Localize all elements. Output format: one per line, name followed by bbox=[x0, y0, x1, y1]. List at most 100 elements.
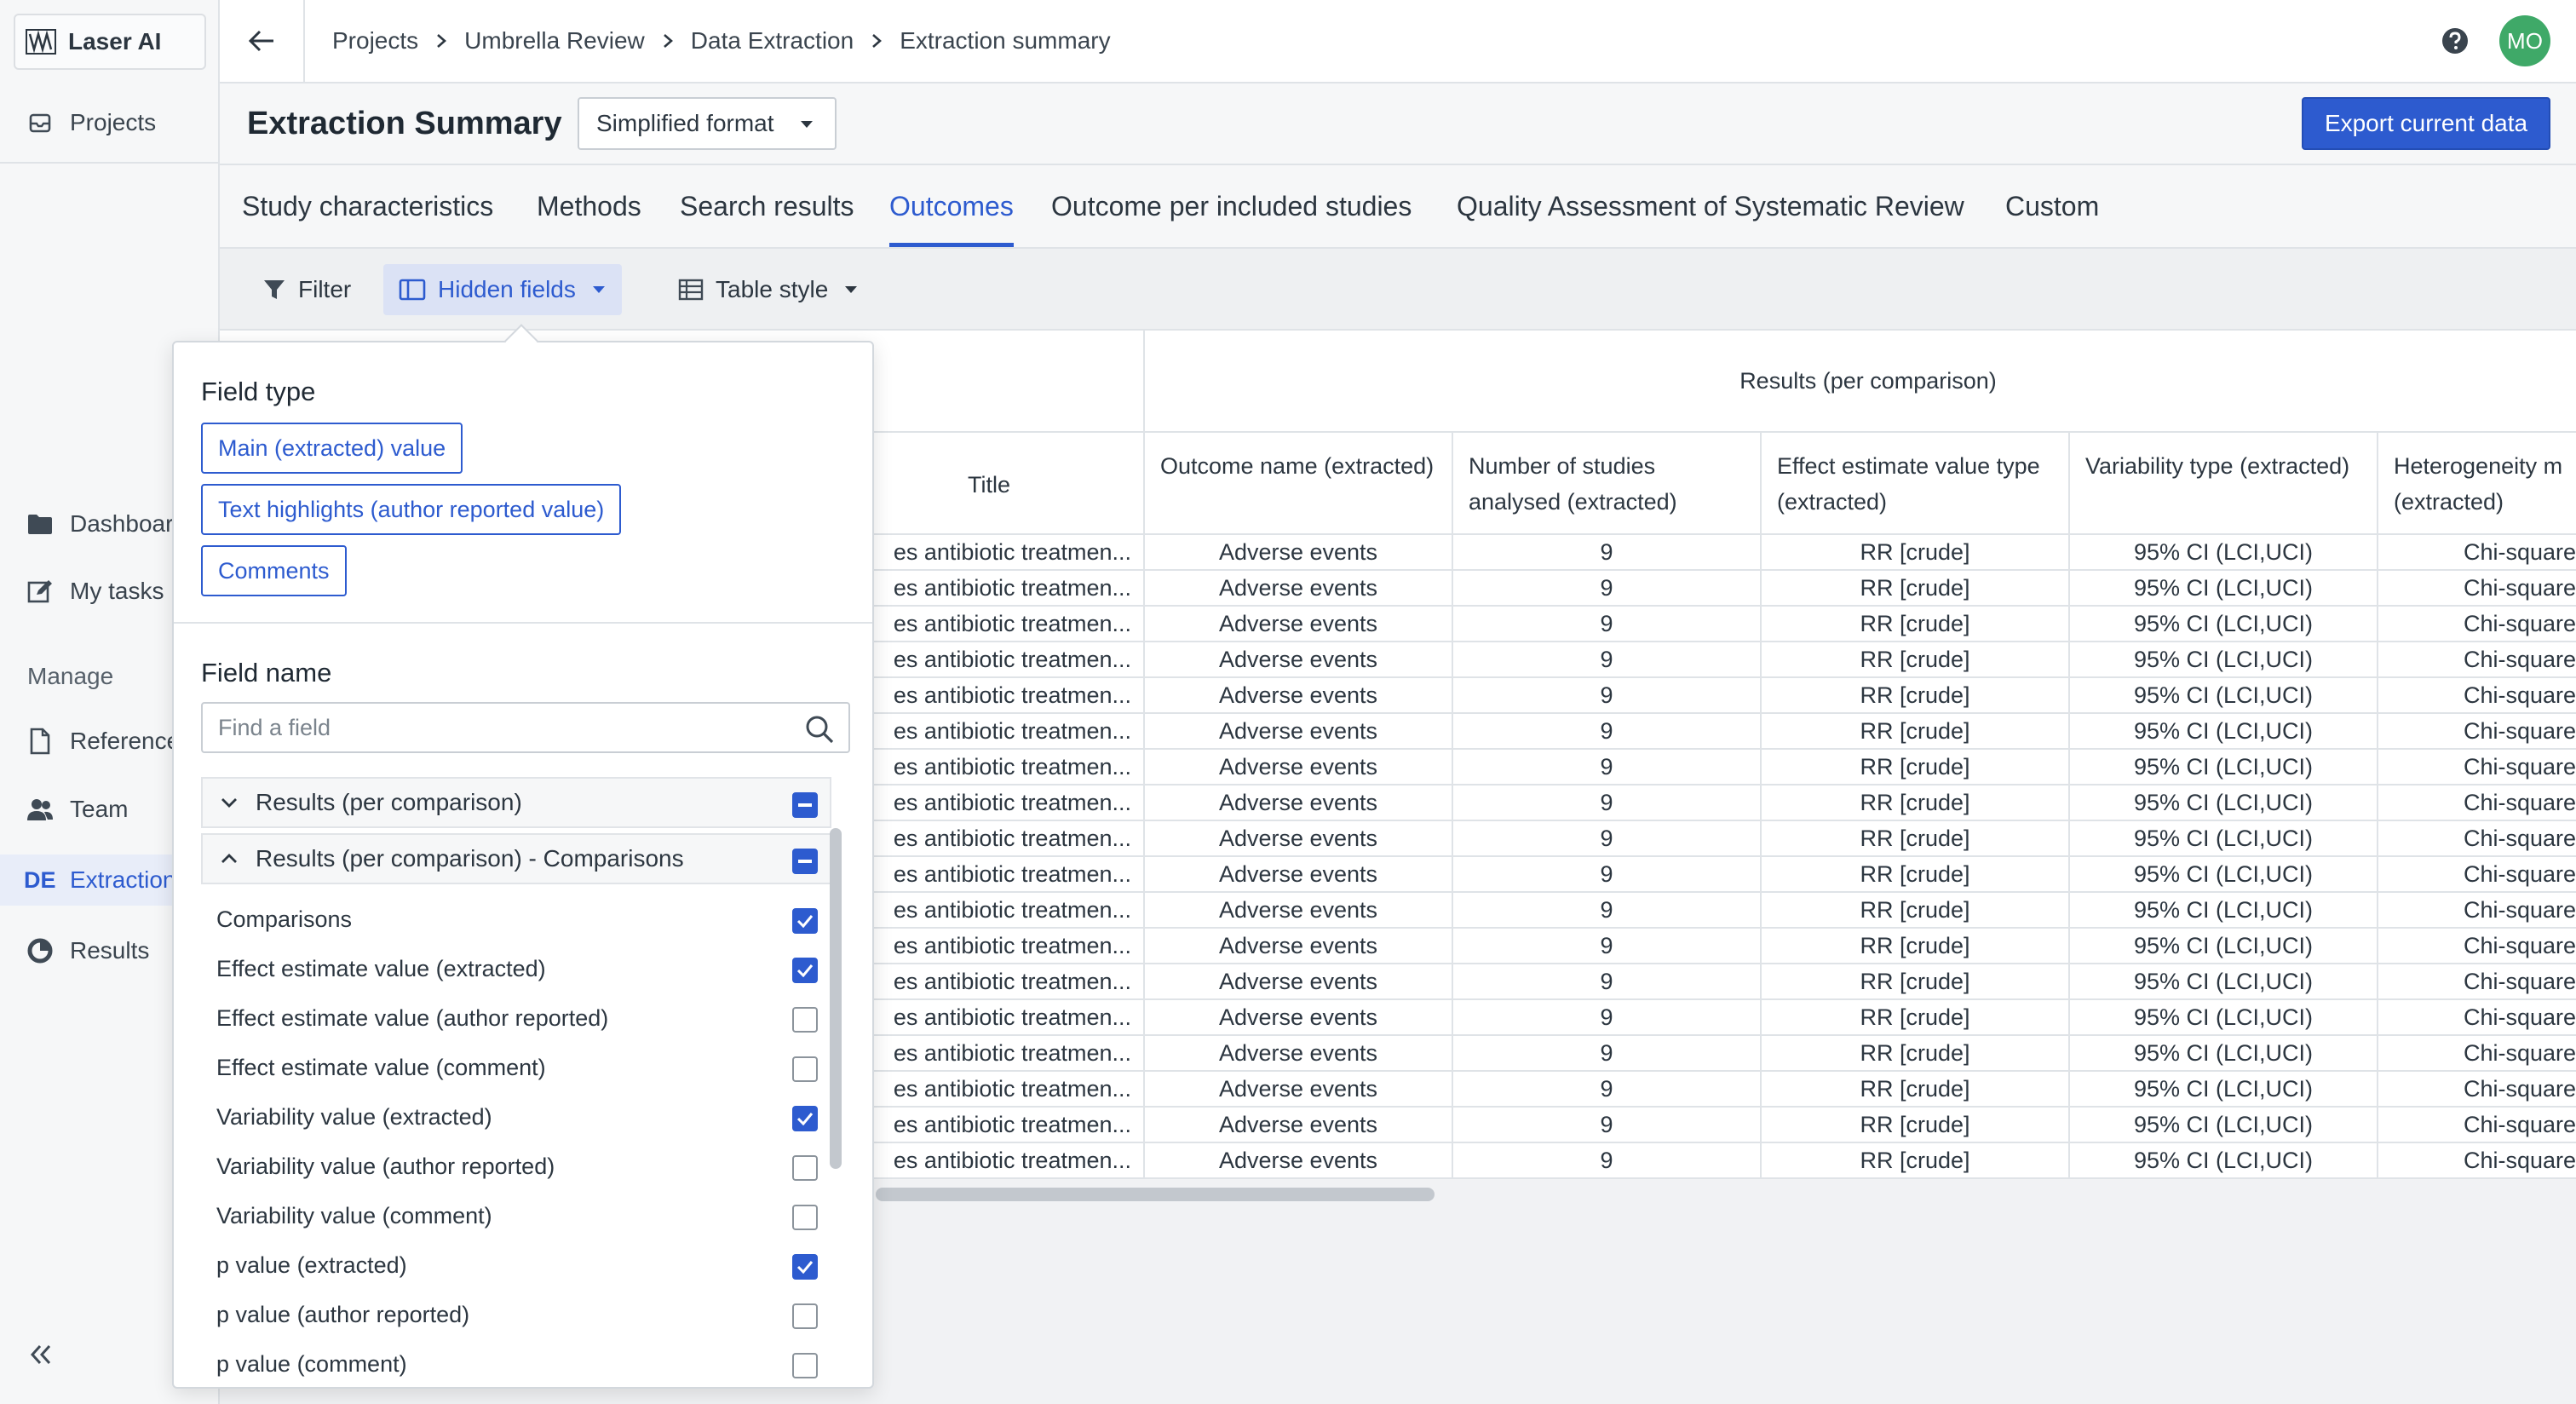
field-item[interactable]: p value (extracted) bbox=[201, 1240, 831, 1290]
column-header-variability-type[interactable]: Variability type (extracted) bbox=[2070, 433, 2378, 535]
cell-effect-estimate-type: RR [crude] bbox=[1762, 964, 2070, 1000]
breadcrumb-projects[interactable]: Projects bbox=[332, 27, 418, 55]
export-current-data-button[interactable]: Export current data bbox=[2302, 97, 2550, 150]
cell-effect-estimate-type: RR [crude] bbox=[1762, 893, 2070, 929]
field-type-chip-text-highlights[interactable]: Text highlights (author reported value) bbox=[201, 484, 622, 535]
column-header-heterogeneity[interactable]: Heterogeneity m (extracted) bbox=[2378, 433, 2576, 535]
checkbox-checked[interactable] bbox=[792, 1106, 818, 1131]
breadcrumb-data-extraction[interactable]: Data Extraction bbox=[691, 27, 854, 55]
checkbox-unchecked[interactable] bbox=[792, 1353, 818, 1378]
column-header-effect-estimate-type[interactable]: Effect estimate value type (extracted) bbox=[1762, 433, 2070, 535]
checkbox-unchecked[interactable] bbox=[792, 1303, 818, 1329]
cell-variability-type: 95% CI (LCI,UCI) bbox=[2070, 1108, 2378, 1143]
filter-label: Filter bbox=[298, 276, 352, 302]
checkbox-checked[interactable] bbox=[792, 908, 818, 934]
field-type-chip-comments[interactable]: Comments bbox=[201, 545, 347, 596]
cell-variability-type: 95% CI (LCI,UCI) bbox=[2070, 535, 2378, 571]
table-style-button[interactable]: Table style bbox=[663, 264, 874, 315]
sidebar-divider bbox=[0, 162, 220, 164]
cell-heterogeneity: Chi-square bbox=[2378, 857, 2576, 893]
field-item[interactable]: p value (comment) bbox=[201, 1339, 831, 1382]
cell-heterogeneity: Chi-square bbox=[2378, 1072, 2576, 1108]
cell-variability-type: 95% CI (LCI,UCI) bbox=[2070, 893, 2378, 929]
cell-heterogeneity: Chi-square bbox=[2378, 1036, 2576, 1072]
tab-custom[interactable]: Custom bbox=[2005, 165, 2099, 247]
hidden-fields-button[interactable]: Hidden fields bbox=[383, 264, 622, 315]
user-avatar[interactable]: MO bbox=[2499, 15, 2550, 66]
cell-heterogeneity: Chi-square bbox=[2378, 607, 2576, 642]
field-group-label: Results (per comparison) bbox=[256, 789, 522, 815]
tab-methods[interactable]: Methods bbox=[537, 165, 641, 247]
field-item[interactable]: Variability value (comment) bbox=[201, 1191, 831, 1240]
app-logo[interactable]: Laser AI bbox=[14, 14, 206, 70]
breadcrumb-umbrella-review[interactable]: Umbrella Review bbox=[464, 27, 645, 55]
column-header-outcome-name[interactable]: Outcome name (extracted) bbox=[1145, 433, 1453, 535]
checkbox-unchecked[interactable] bbox=[792, 1205, 818, 1230]
field-item[interactable]: p value (author reported) bbox=[201, 1290, 831, 1339]
horizontal-scrollbar[interactable] bbox=[876, 1188, 1435, 1201]
cell-number-of-studies: 9 bbox=[1453, 571, 1762, 607]
column-header-number-of-studies[interactable]: Number of studies analysed (extracted) bbox=[1453, 433, 1762, 535]
field-item[interactable]: Variability value (author reported) bbox=[201, 1142, 831, 1191]
checkbox-unchecked[interactable] bbox=[792, 1155, 818, 1181]
tab-outcomes[interactable]: Outcomes bbox=[889, 165, 1014, 247]
field-group-results-per-comparison[interactable]: Results (per comparison) bbox=[201, 777, 831, 828]
group-checkbox-partial[interactable] bbox=[792, 849, 818, 874]
cell-outcome-name: Adverse events bbox=[1145, 535, 1453, 571]
check-icon bbox=[796, 1261, 814, 1274]
tab-outcome-per-included-studies[interactable]: Outcome per included studies bbox=[1051, 165, 1412, 247]
format-select[interactable]: Simplified format bbox=[578, 97, 837, 150]
checkbox-unchecked[interactable] bbox=[792, 1007, 818, 1033]
group-checkbox-partial[interactable] bbox=[792, 792, 818, 818]
field-list-scrollbar[interactable] bbox=[830, 828, 842, 1169]
field-item-label: Effect estimate value (extracted) bbox=[216, 955, 546, 981]
field-item[interactable]: Effect estimate value (comment) bbox=[201, 1043, 831, 1092]
tab-quality-assessment[interactable]: Quality Assessment of Systematic Review bbox=[1457, 165, 1964, 247]
tab-study-characteristics[interactable]: Study characteristics bbox=[242, 165, 493, 247]
tab-search-results[interactable]: Search results bbox=[680, 165, 854, 247]
cell-heterogeneity: Chi-square bbox=[2378, 929, 2576, 964]
checkbox-checked[interactable] bbox=[792, 958, 818, 983]
field-search-input[interactable] bbox=[201, 702, 850, 753]
help-icon[interactable] bbox=[2440, 26, 2470, 56]
field-group-results-comparisons[interactable]: Results (per comparison) - Comparisons bbox=[201, 833, 831, 884]
search-icon[interactable] bbox=[804, 714, 835, 745]
laser-logo-icon bbox=[26, 29, 56, 55]
filter-icon bbox=[262, 278, 286, 302]
cell-heterogeneity: Chi-square bbox=[2378, 1000, 2576, 1036]
sidebar-item-label: Projects bbox=[70, 109, 157, 135]
sidebar-item-label: Dashboard bbox=[70, 510, 187, 537]
collapse-sidebar-button[interactable] bbox=[24, 1338, 58, 1372]
field-item[interactable]: Effect estimate value (extracted) bbox=[201, 944, 831, 993]
field-type-heading: Field type bbox=[201, 377, 316, 406]
filter-button[interactable]: Filter bbox=[247, 264, 366, 315]
pie-chart-icon bbox=[24, 935, 56, 967]
field-item[interactable]: Comparisons bbox=[201, 895, 831, 944]
inbox-icon bbox=[24, 106, 56, 139]
cell-effect-estimate-type: RR [crude] bbox=[1762, 1036, 2070, 1072]
cell-variability-type: 95% CI (LCI,UCI) bbox=[2070, 678, 2378, 714]
cell-number-of-studies: 9 bbox=[1453, 785, 1762, 821]
checkbox-unchecked[interactable] bbox=[792, 1056, 818, 1082]
breadcrumb-extraction-summary: Extraction summary bbox=[900, 27, 1111, 54]
field-item[interactable]: Effect estimate value (author reported) bbox=[201, 993, 831, 1043]
cell-effect-estimate-type: RR [crude] bbox=[1762, 821, 2070, 857]
column-header-label: Title bbox=[968, 472, 1011, 498]
checkbox-checked[interactable] bbox=[792, 1254, 818, 1280]
sidebar-item-projects[interactable]: Projects bbox=[0, 97, 220, 148]
cell-number-of-studies: 9 bbox=[1453, 535, 1762, 571]
cell-heterogeneity: Chi-square bbox=[2378, 571, 2576, 607]
cell-outcome-name: Adverse events bbox=[1145, 821, 1453, 857]
cell-heterogeneity: Chi-square bbox=[2378, 1108, 2576, 1143]
cell-heterogeneity: Chi-square bbox=[2378, 535, 2576, 571]
chevron-down-icon bbox=[203, 797, 256, 808]
sidebar-item-label: My tasks bbox=[70, 578, 164, 604]
field-type-chip-main[interactable]: Main (extracted) value bbox=[201, 423, 463, 474]
cell-heterogeneity: Chi-square bbox=[2378, 714, 2576, 750]
table-style-label: Table style bbox=[716, 276, 829, 302]
back-button[interactable] bbox=[220, 0, 305, 82]
cell-heterogeneity: Chi-square bbox=[2378, 642, 2576, 678]
cell-number-of-studies: 9 bbox=[1453, 642, 1762, 678]
cell-variability-type: 95% CI (LCI,UCI) bbox=[2070, 1072, 2378, 1108]
field-item[interactable]: Variability value (extracted) bbox=[201, 1092, 831, 1142]
